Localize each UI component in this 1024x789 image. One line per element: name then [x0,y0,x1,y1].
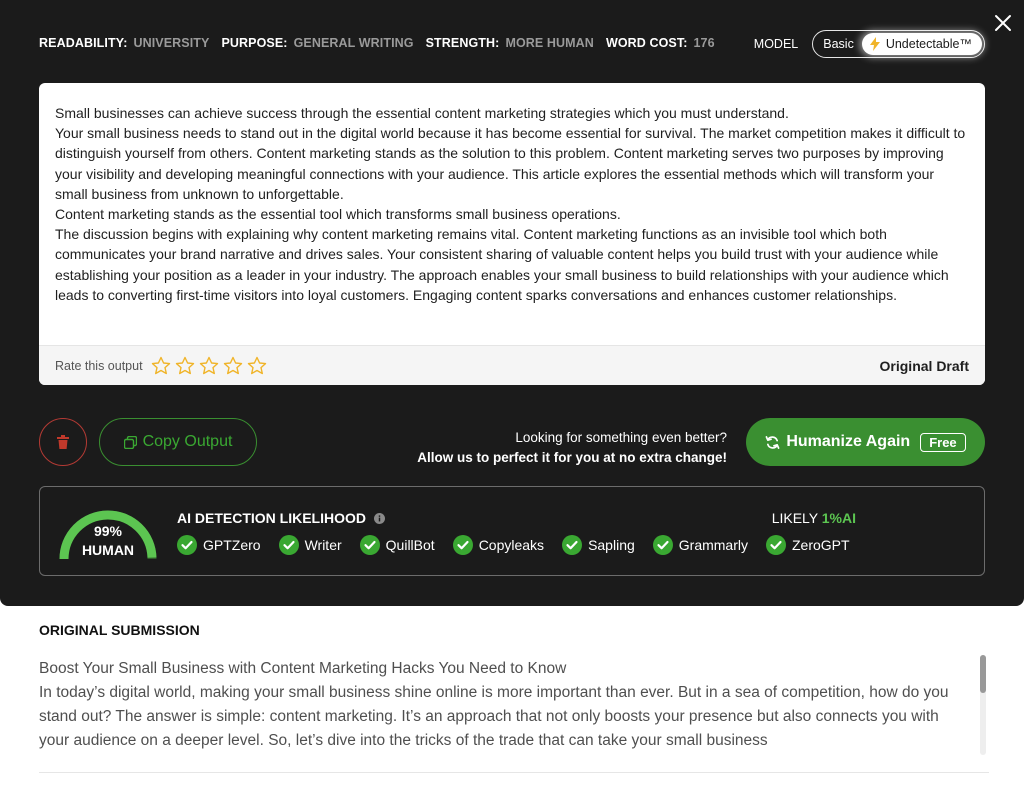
human-score-label: HUMAN [81,542,135,558]
refresh-icon [765,435,780,449]
check-circle-icon [652,535,673,555]
output-text[interactable]: Small businesses can achieve success thr… [39,83,985,345]
detector-name: Copyleaks [478,537,545,553]
humanize-again-button[interactable]: Humanize Again Free [746,418,985,466]
detector-copyleaks: Copyleaks [452,535,545,555]
detector-grammarly: Grammarly [652,535,748,555]
model-label: MODEL [753,37,799,51]
detector-name: QuillBot [385,537,435,553]
star-icon[interactable] [199,356,219,376]
output-paragraph: Small businesses can achieve success thr… [55,105,789,121]
check-circle-icon [278,535,299,555]
info-icon[interactable] [374,512,385,524]
model-option-undetectable[interactable]: Undetectable™ [861,33,982,55]
word-cost-setting: WORD COST: 176 [605,36,715,50]
humanize-again-label: Humanize Again [786,433,911,450]
model-option-undetectable-label: Undetectable™ [885,37,972,51]
copy-output-label: Copy Output [142,433,233,450]
star-icon[interactable] [223,356,243,376]
promo-text: Looking for something even better? Allow… [417,428,727,468]
detector-name: Grammarly [678,537,748,553]
detector-gptzero: GPTZero [177,535,261,555]
purpose-setting: PURPOSE: GENERAL WRITING [221,36,414,50]
output-box: Small businesses can achieve success thr… [39,83,985,385]
detector-quillbot: QuillBot [359,535,435,555]
rating-stars [151,356,267,376]
copy-output-button[interactable]: Copy Output [99,418,257,466]
check-circle-icon [562,535,583,555]
likely-label: LIKELY [771,510,818,526]
divider [39,772,989,773]
detector-writer: Writer [278,535,342,555]
check-circle-icon [359,535,380,555]
rate-label: Rate this output [55,358,143,373]
detector-name: ZeroGPT [792,537,850,553]
output-paragraph: Your small business needs to stand out i… [55,125,966,202]
output-paragraph: Content marketing stands as the essentia… [55,206,621,223]
likely-ai-score: LIKELY 1%AI [772,510,856,526]
free-badge: Free [920,432,966,452]
human-score-percent: 99% [93,523,123,539]
model-toggle: Basic Undetectable™ [812,30,985,58]
original-submission-title: ORIGINAL SUBMISSION [39,622,200,638]
output-paragraph: The discussion begins with explaining wh… [55,226,949,303]
detector-name: GPTZero [203,537,261,553]
original-paragraph: Boost Your Small Business with Content M… [39,660,567,677]
detector-zerogpt: ZeroGPT [766,535,850,555]
model-option-basic[interactable]: Basic [815,33,862,55]
human-score-gauge: 99% HUMAN [56,503,160,563]
model-selector: MODEL Basic Undetectable™ [754,30,985,58]
star-icon[interactable] [247,356,267,376]
close-icon[interactable] [992,12,1014,34]
ai-detection-title: AI DETECTION LIKELIHOOD [177,510,385,526]
settings-summary: READABILITY: UNIVERSITY PURPOSE: GENERAL W… [39,36,715,50]
original-submission-text[interactable]: Boost Your Small Business with Content M… [39,657,969,755]
copy-icon [123,435,137,449]
check-circle-icon [766,535,786,555]
original-scrollbar-thumb[interactable] [980,655,986,693]
original-scrollbar[interactable] [980,655,986,755]
strength-setting: STRENGTH: MORE HUMAN [425,36,594,50]
original-draft-label: Original Draft [879,357,969,374]
promo-line-1: Looking for something even better? [515,430,727,445]
likely-ai-value: 1%AI [821,510,856,526]
output-footer: Rate this output Original Draft [39,345,985,385]
readability-setting: READABILITY: UNIVERSITY [39,36,210,50]
original-paragraph: In today’s digital world, making your sm… [39,684,949,749]
trash-icon [57,435,69,449]
delete-button[interactable] [39,418,87,466]
check-circle-icon [452,535,473,555]
star-icon[interactable] [175,356,195,376]
detector-name: Writer [304,537,342,553]
lightning-icon [869,37,880,51]
detector-sapling: Sapling [562,535,635,555]
promo-line-2: Allow us to perfect it for you at no ext… [417,450,727,465]
star-icon[interactable] [151,356,171,376]
ai-detection-panel: 99% HUMAN AI DETECTION LIKELIHOOD LIKELY… [39,486,985,576]
detector-name: Sapling [588,537,635,553]
ai-detection-title-text: AI DETECTION LIKELIHOOD [177,510,366,526]
humanizer-result-panel: READABILITY: UNIVERSITY PURPOSE: GENERAL W… [0,0,1024,606]
detector-list: GPTZero Writer QuillBot Copyleaks Sapling Gra… [177,535,850,555]
check-circle-icon [177,535,197,555]
